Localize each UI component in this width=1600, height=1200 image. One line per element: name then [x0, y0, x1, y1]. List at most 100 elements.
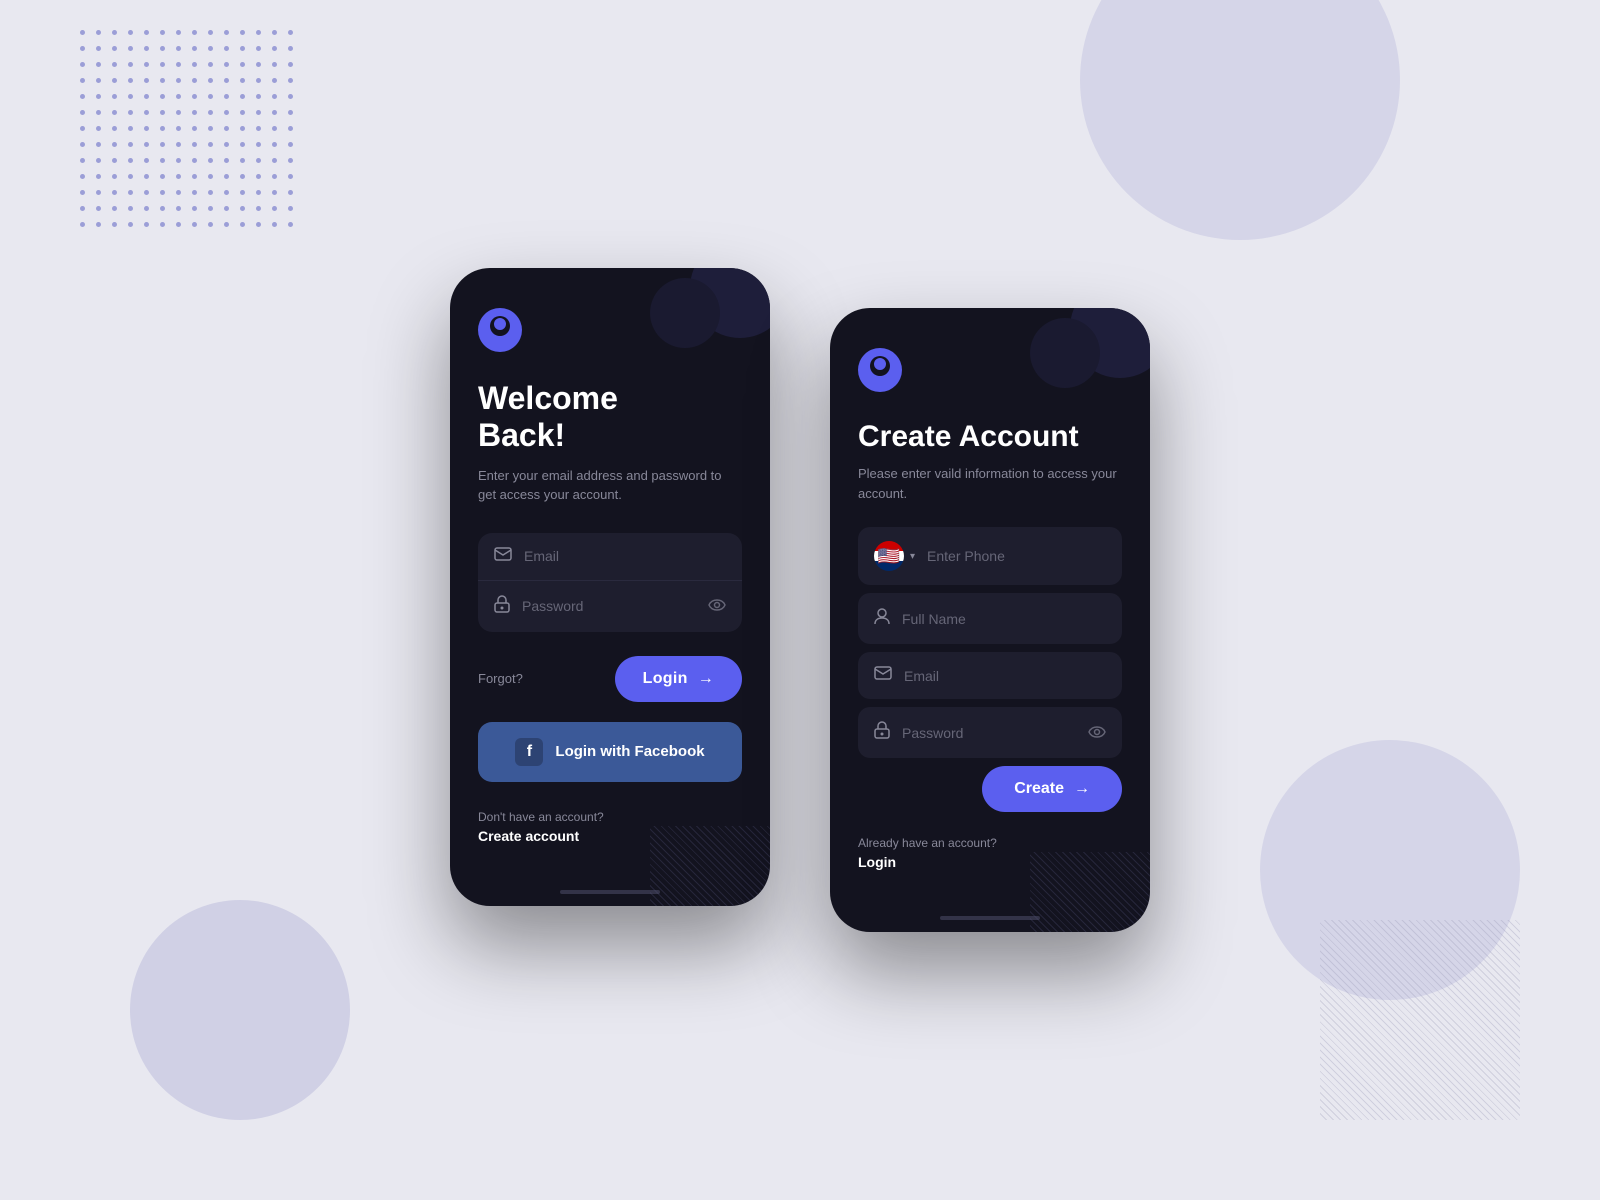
phone-input[interactable] [927, 548, 1106, 564]
create-email-input[interactable] [904, 668, 1106, 684]
person-icon [874, 607, 890, 630]
dot [240, 94, 245, 99]
create-password-input-group [858, 707, 1122, 758]
dot [288, 222, 293, 227]
dot [224, 190, 229, 195]
dot [192, 94, 197, 99]
phone2-home-indicator [940, 916, 1040, 920]
dot [144, 62, 149, 67]
dot [208, 142, 213, 147]
dot [80, 142, 85, 147]
login-button-label: Login [643, 670, 688, 688]
dot [128, 190, 133, 195]
dot [192, 222, 197, 227]
dot [256, 110, 261, 115]
dot [96, 110, 101, 115]
create-password-input[interactable] [902, 725, 1076, 741]
dot [80, 30, 85, 35]
dot [160, 94, 165, 99]
dot [96, 222, 101, 227]
phone1-deco-lines [650, 826, 770, 906]
fullname-input[interactable] [902, 611, 1106, 627]
facebook-button-label: Login with Facebook [555, 743, 704, 760]
dot [96, 30, 101, 35]
dot [256, 222, 261, 227]
phone-input-group: 🇺🇸 ▾ [858, 527, 1122, 585]
email-icon [494, 547, 512, 566]
dot [96, 158, 101, 163]
dot [288, 78, 293, 83]
dot [112, 110, 117, 115]
dot [80, 206, 85, 211]
dot [240, 222, 245, 227]
dot [224, 110, 229, 115]
eye-icon[interactable] [708, 598, 726, 614]
create-account-subtitle: Please enter vaild information to access… [858, 464, 1122, 503]
dot [192, 30, 197, 35]
dot [112, 222, 117, 227]
dot [272, 142, 277, 147]
password-input[interactable] [522, 598, 696, 614]
create-account-phone: Create Account Please enter vaild inform… [830, 308, 1150, 932]
dot [208, 126, 213, 131]
create-email-input-group [858, 652, 1122, 699]
dot [96, 174, 101, 179]
login-button[interactable]: Login → [615, 656, 742, 702]
dot [176, 158, 181, 163]
dot [224, 78, 229, 83]
password-input-group [478, 581, 742, 632]
create-button-label: Create [1014, 780, 1064, 798]
dot [96, 126, 101, 131]
dot [208, 190, 213, 195]
phone2-inner: Create Account Please enter vaild inform… [830, 308, 1150, 916]
facebook-login-button[interactable]: f Login with Facebook [478, 722, 742, 782]
phones-container: WelcomeBack! Enter your email address an… [450, 268, 1150, 932]
action-row: Forgot? Login → [478, 656, 742, 702]
dot [272, 78, 277, 83]
forgot-label[interactable]: Forgot? [478, 671, 523, 686]
dot [288, 142, 293, 147]
dot [112, 126, 117, 131]
bg-circle-topleft [1080, 0, 1400, 240]
dot [80, 174, 85, 179]
dot [224, 30, 229, 35]
dot [112, 78, 117, 83]
dot [272, 62, 277, 67]
dot [288, 110, 293, 115]
dot [128, 174, 133, 179]
dot [208, 94, 213, 99]
eye-icon-2[interactable] [1088, 725, 1106, 741]
dot [272, 174, 277, 179]
lock-icon-2 [874, 721, 890, 744]
dot [256, 190, 261, 195]
email-input[interactable] [524, 548, 726, 564]
dot [240, 126, 245, 131]
country-selector[interactable]: 🇺🇸 ▾ [874, 541, 915, 571]
dot [192, 126, 197, 131]
dot [288, 206, 293, 211]
dot [112, 142, 117, 147]
dot [176, 46, 181, 51]
dot [208, 46, 213, 51]
create-account-title: Create Account [858, 420, 1122, 454]
lock-icon [494, 595, 510, 618]
flag-chevron-icon: ▾ [910, 551, 915, 562]
dot [240, 190, 245, 195]
dot [96, 46, 101, 51]
dot [128, 46, 133, 51]
dot [128, 62, 133, 67]
background-dots [80, 30, 300, 230]
dot [80, 190, 85, 195]
dot [208, 174, 213, 179]
dot [112, 62, 117, 67]
dot [192, 46, 197, 51]
dot [160, 142, 165, 147]
dot [144, 110, 149, 115]
dot [128, 158, 133, 163]
dot [224, 94, 229, 99]
dot [128, 94, 133, 99]
dot [288, 158, 293, 163]
create-button[interactable]: Create → [982, 766, 1122, 812]
phone1-inner: WelcomeBack! Enter your email address an… [450, 268, 770, 890]
dot [192, 206, 197, 211]
